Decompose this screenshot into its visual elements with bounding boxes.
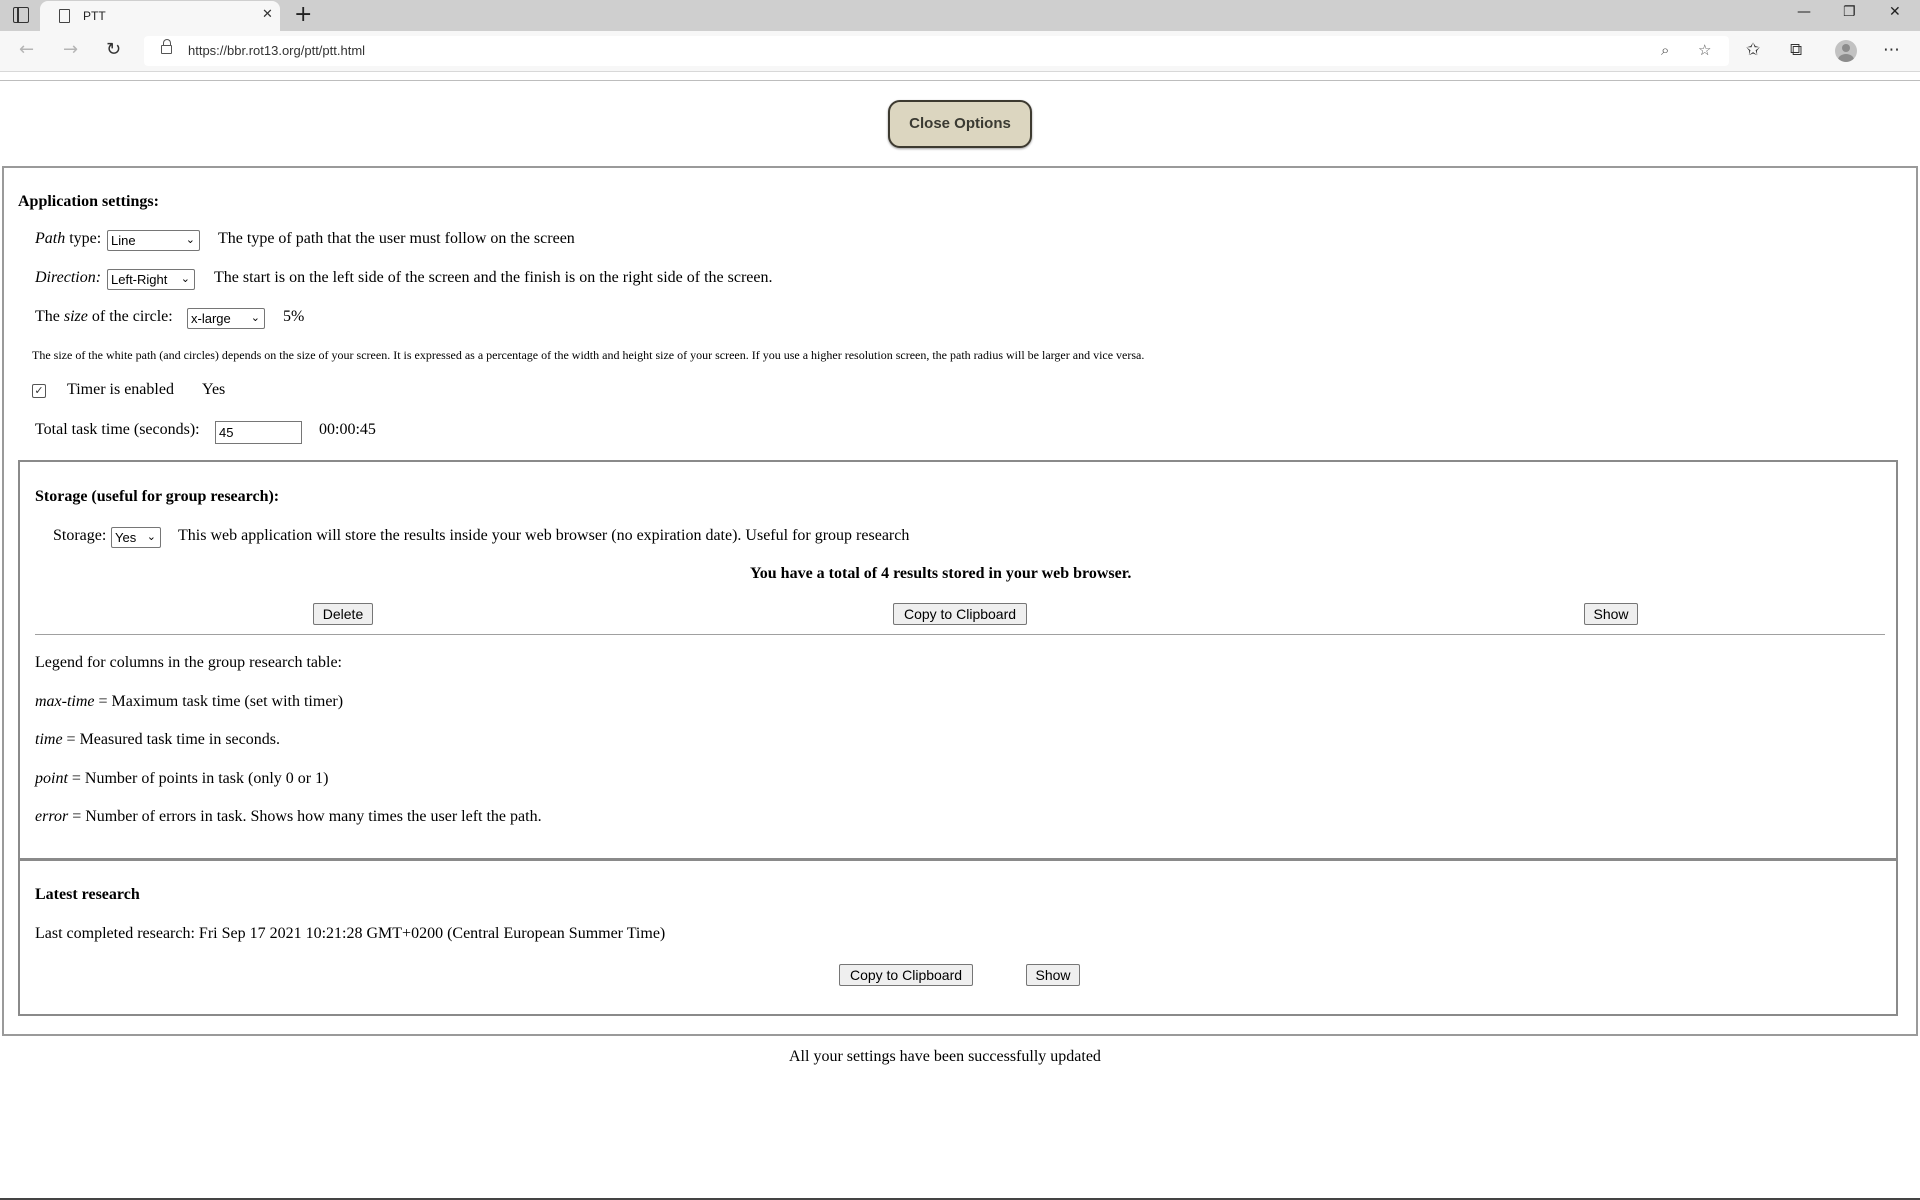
new-tab-icon[interactable]: + bbox=[294, 2, 312, 27]
divider bbox=[0, 80, 1920, 81]
add-favorite-icon[interactable]: ☆ bbox=[1698, 41, 1711, 59]
more-icon[interactable]: ⋯ bbox=[1883, 40, 1900, 60]
size-label-italic: size bbox=[63, 308, 88, 325]
timer-status: Yes bbox=[202, 381, 226, 398]
size-select[interactable]: x-large ⌄ bbox=[187, 308, 265, 329]
address-bar[interactable]: https://bbr.rot13.org/ptt/ptt.html ⌕ ☆ bbox=[144, 36, 1729, 66]
sidebar-icon[interactable] bbox=[13, 7, 29, 23]
browser-tab[interactable]: PTT ✕ bbox=[40, 1, 280, 31]
chevron-down-icon: ⌄ bbox=[146, 531, 156, 543]
tab-strip: PTT ✕ + — ❐ ✕ bbox=[0, 0, 1920, 31]
legend-item: point = Number of points in task (only 0… bbox=[35, 770, 328, 788]
legend-definition: = Measured task time in seconds. bbox=[62, 731, 280, 748]
storage-select[interactable]: Yes ⌄ bbox=[111, 527, 161, 548]
storage-label: Storage: bbox=[53, 527, 107, 544]
close-options-button[interactable]: Close Options bbox=[888, 100, 1032, 148]
legend-item: error = Number of errors in task. Shows … bbox=[35, 808, 542, 826]
size-label: The size of the circle: bbox=[35, 308, 173, 326]
legend-item: max-time = Maximum task time (set with t… bbox=[35, 693, 343, 711]
latest-research-heading: Latest research bbox=[35, 886, 140, 903]
app-settings-heading: Application settings: bbox=[18, 193, 159, 210]
size-percent: 5% bbox=[283, 308, 305, 325]
size-value: x-large bbox=[191, 311, 231, 326]
timer-label: Timer is enabled bbox=[67, 381, 174, 398]
zoom-icon[interactable]: ⌕ bbox=[1661, 41, 1669, 59]
legend-definition: = Number of points in task (only 0 or 1) bbox=[67, 770, 329, 787]
refresh-icon[interactable]: ↻ bbox=[106, 39, 121, 60]
status-message: All your settings have been successfully… bbox=[789, 1048, 1101, 1065]
divider bbox=[35, 634, 1885, 635]
total-time-formatted: 00:00:45 bbox=[319, 421, 376, 438]
restore-icon[interactable]: ❐ bbox=[1843, 4, 1856, 20]
chevron-down-icon: ⌄ bbox=[180, 273, 190, 285]
direction-description: The start is on the left side of the scr… bbox=[214, 269, 773, 286]
direction-select[interactable]: Left-Right ⌄ bbox=[107, 269, 195, 290]
path-type-select[interactable]: Line ⌄ bbox=[107, 230, 200, 251]
path-type-label-rest: type: bbox=[65, 230, 102, 247]
path-type-label-italic: Path bbox=[35, 230, 66, 247]
minimize-icon[interactable]: — bbox=[1797, 4, 1811, 20]
forward-icon[interactable]: → bbox=[63, 39, 78, 60]
show-button[interactable]: Show bbox=[1584, 603, 1638, 625]
legend-definition: = Maximum task time (set with timer) bbox=[94, 693, 344, 710]
page-icon bbox=[59, 9, 70, 23]
url-text[interactable]: https://bbr.rot13.org/ptt/ptt.html bbox=[188, 43, 365, 58]
total-time-input[interactable]: 45 bbox=[215, 421, 302, 444]
copy-to-clipboard-button[interactable]: Copy to Clipboard bbox=[893, 603, 1027, 625]
favorites-icon[interactable]: ✩ bbox=[1746, 40, 1760, 60]
browser-toolbar: ← → ↻ https://bbr.rot13.org/ptt/ptt.html… bbox=[0, 31, 1920, 72]
lock-icon[interactable] bbox=[161, 39, 172, 54]
collections-icon[interactable]: ⧉ bbox=[1790, 40, 1802, 60]
legend-term: time bbox=[35, 731, 63, 748]
storage-value: Yes bbox=[115, 530, 137, 545]
legend-term: error bbox=[35, 808, 69, 825]
path-type-value: Line bbox=[111, 233, 136, 248]
total-time-label: Total task time (seconds): bbox=[35, 421, 200, 438]
timer-checkbox[interactable]: ✓ bbox=[32, 384, 46, 398]
close-icon[interactable]: ✕ bbox=[262, 7, 273, 22]
back-icon[interactable]: ← bbox=[19, 39, 34, 60]
size-label-after: of the circle: bbox=[87, 308, 173, 325]
direction-label: Direction: bbox=[35, 269, 102, 286]
storage-heading: Storage (useful for group research): bbox=[35, 488, 280, 505]
tab-title: PTT bbox=[83, 9, 106, 23]
legend-term: max-time bbox=[35, 693, 95, 710]
legend-item: time = Measured task time in seconds. bbox=[35, 731, 280, 749]
direction-value: Left-Right bbox=[111, 272, 168, 287]
latest-copy-to-clipboard-button[interactable]: Copy to Clipboard bbox=[839, 964, 973, 986]
chevron-down-icon: ⌄ bbox=[185, 234, 195, 246]
size-label-before: The bbox=[35, 308, 64, 325]
storage-total-message: You have a total of 4 results stored in … bbox=[750, 565, 1132, 582]
legend-definition: = Number of errors in task. Shows how ma… bbox=[68, 808, 542, 825]
page-content: Close Options Application settings: Path… bbox=[0, 73, 1920, 1200]
profile-icon[interactable] bbox=[1835, 40, 1857, 62]
size-note: The size of the white path (and circles)… bbox=[32, 348, 1145, 362]
latest-show-button[interactable]: Show bbox=[1026, 964, 1080, 986]
last-completed-text: Last completed research: Fri Sep 17 2021… bbox=[35, 925, 666, 942]
chevron-down-icon: ⌄ bbox=[250, 312, 260, 324]
path-type-label: Path type: bbox=[35, 230, 101, 248]
window-close-icon[interactable]: ✕ bbox=[1889, 4, 1901, 20]
path-type-description: The type of path that the user must foll… bbox=[218, 230, 575, 247]
legend-title: Legend for columns in the group research… bbox=[35, 654, 342, 671]
legend-term: point bbox=[35, 770, 68, 787]
storage-description: This web application will store the resu… bbox=[178, 527, 910, 544]
delete-button[interactable]: Delete bbox=[313, 603, 373, 625]
